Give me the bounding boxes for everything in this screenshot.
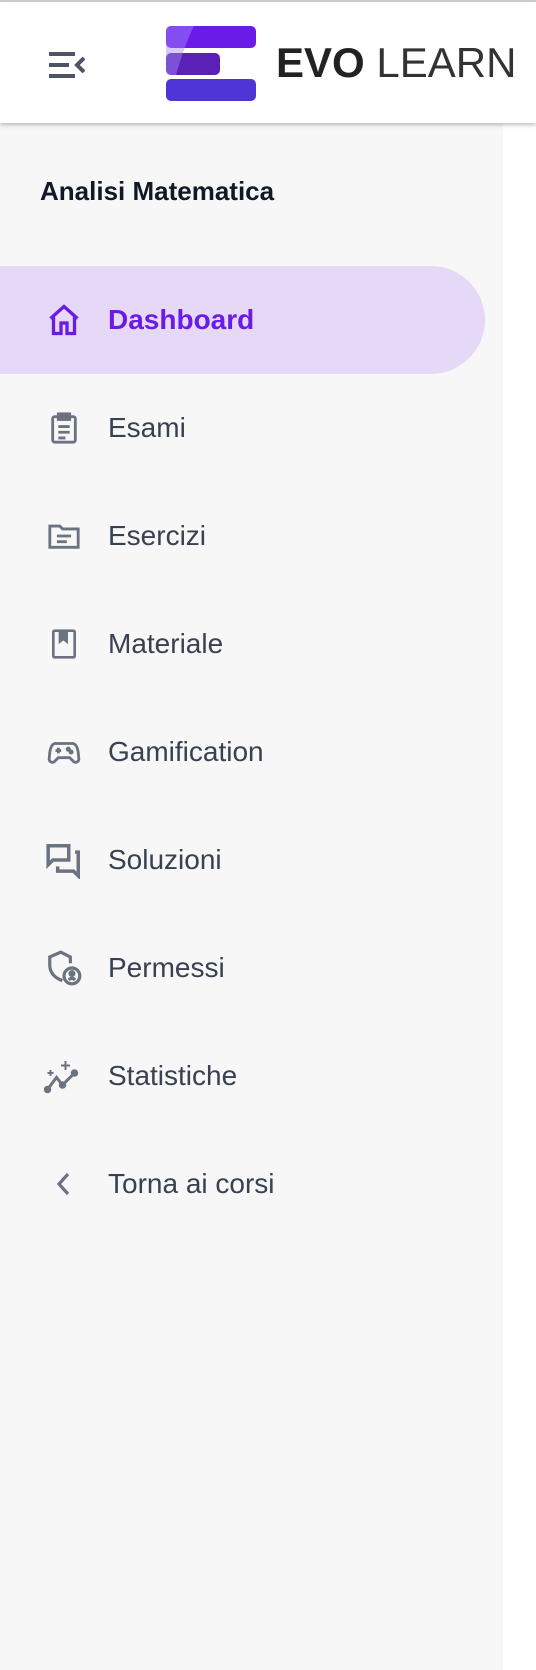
evo-learn-logo[interactable] bbox=[166, 26, 258, 102]
menu-collapse-icon bbox=[49, 52, 85, 78]
sidebar-item-esami[interactable]: Esami bbox=[0, 374, 485, 482]
folder-icon bbox=[44, 516, 84, 556]
sidebar-item-materiale[interactable]: Materiale bbox=[0, 590, 485, 698]
sidebar-item-label: Permessi bbox=[108, 952, 225, 983]
clipboard-icon bbox=[44, 408, 84, 448]
collapse-menu-button[interactable] bbox=[40, 42, 94, 88]
brand-bold: EVO bbox=[276, 39, 365, 86]
sidebar-item-label: Materiale bbox=[108, 628, 224, 659]
top-app-bar: EVO LEARN bbox=[0, 2, 536, 123]
sidebar-item-label: Dashboard bbox=[108, 304, 255, 335]
sidebar-item-dashboard[interactable]: Dashboard bbox=[0, 266, 485, 374]
gamepad-icon bbox=[44, 732, 84, 772]
sidebar-item-esercizi[interactable]: Esercizi bbox=[0, 482, 485, 590]
sidebar-item-label: Soluzioni bbox=[108, 844, 222, 875]
sidebar-item-statistiche[interactable]: Statistiche bbox=[0, 1022, 485, 1130]
shield-user-icon bbox=[44, 948, 84, 988]
back-to-courses-link[interactable]: Torna ai corsi bbox=[0, 1130, 485, 1238]
brand-name: EVO LEARN bbox=[276, 39, 516, 87]
brand-light: LEARN bbox=[376, 39, 517, 86]
chat-bubbles-icon bbox=[44, 840, 84, 880]
sparkle-chart-icon bbox=[44, 1056, 84, 1096]
home-icon bbox=[44, 300, 84, 340]
sidebar-item-soluzioni[interactable]: Soluzioni bbox=[0, 806, 485, 914]
sidebar-item-label: Esami bbox=[108, 412, 186, 443]
sidebar-item-label: Gamification bbox=[108, 736, 264, 767]
sidebar-item-permessi[interactable]: Permessi bbox=[0, 914, 485, 1022]
chevron-left-icon bbox=[44, 1164, 84, 1204]
sidebar-item-label: Esercizi bbox=[108, 520, 207, 551]
sidebar-item-label: Torna ai corsi bbox=[108, 1168, 275, 1199]
sidebar-item-label: Statistiche bbox=[108, 1060, 238, 1091]
sidebar-item-gamification[interactable]: Gamification bbox=[0, 698, 485, 806]
sidebar: Analisi Matematica Dashboard Esami Eserc… bbox=[0, 123, 503, 1670]
book-icon bbox=[44, 624, 84, 664]
course-title: Analisi Matematica bbox=[40, 176, 275, 206]
